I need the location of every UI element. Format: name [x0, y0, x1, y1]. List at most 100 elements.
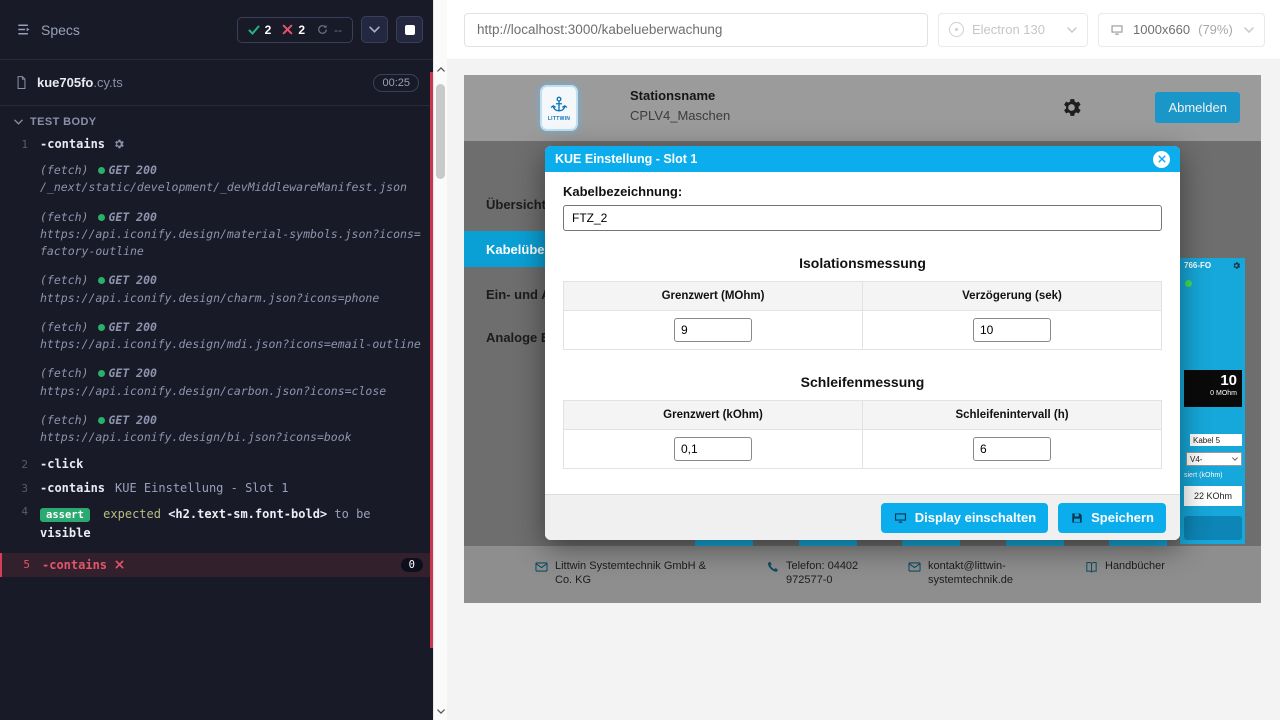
cable-designation-label: Kabelbezeichnung: — [563, 184, 1162, 199]
command-name: contains — [42, 558, 107, 572]
collapse-all-button[interactable] — [361, 16, 388, 43]
status-dot — [98, 167, 105, 174]
scroll-down-arrow[interactable] — [434, 704, 447, 718]
email-address: kontakt@littwin-systemtechnik.de — [928, 559, 1047, 587]
refresh-icon — [316, 23, 329, 36]
scrollbar-thumb[interactable] — [436, 84, 445, 179]
suite-label: TEST BODY — [30, 116, 97, 128]
viewport-size: 1000x660 — [1133, 22, 1190, 37]
isolation-delay-input[interactable] — [973, 318, 1051, 342]
table-cell — [863, 430, 1162, 469]
dialog-body: Kabelbezeichnung: Isolationsmessung Gren… — [545, 172, 1180, 494]
fetch-status: GET 200 — [108, 163, 156, 177]
dialog-title: KUE Einstellung - Slot 1 — [555, 152, 697, 166]
network-log[interactable]: (fetch)GET 200 https://api.iconify.desig… — [0, 266, 433, 313]
command-name: contains — [40, 481, 105, 495]
save-button[interactable]: Speichern — [1058, 503, 1166, 533]
dialog-close-button[interactable] — [1153, 151, 1170, 168]
monitor-icon — [1109, 23, 1125, 37]
network-log[interactable]: (fetch)GET 200 /_next/static/development… — [0, 156, 433, 203]
assert-mid: to be — [334, 507, 370, 521]
footer-manuals[interactable]: Handbücher — [1084, 559, 1204, 574]
isolation-heading: Isolationsmessung — [563, 255, 1162, 271]
fetch-status: GET 200 — [108, 366, 156, 380]
display-on-button[interactable]: Display einschalten — [881, 503, 1048, 533]
specs-toggle[interactable]: Specs — [16, 21, 80, 38]
test-stats: 2 2 -- — [237, 17, 353, 43]
viewport-select[interactable]: 1000x660 (79%) — [1098, 13, 1265, 47]
spec-file[interactable]: kue705fo.cy.ts 00:25 — [0, 60, 433, 106]
manuals-label: Handbücher — [1105, 559, 1165, 573]
assert-expected: expected — [103, 507, 161, 521]
cable-label: Kabel 5 — [1190, 434, 1242, 446]
fetch-status: GET 200 — [108, 413, 156, 427]
suite-toggle[interactable]: TEST BODY — [0, 106, 433, 132]
card-settings-button[interactable] — [1184, 516, 1242, 540]
status-dot — [98, 417, 105, 424]
littwin-logo: LITTWIN — [540, 85, 578, 131]
dialog-footer: Display einschalten Speichern — [545, 494, 1180, 540]
card-note: siert (kOhm) — [1184, 472, 1223, 479]
command-args: KUE Einstellung - Slot 1 — [115, 481, 288, 495]
background-slot-card: 766-FO 10 0 MOhm Kabel 5 V4- siert (kOhm… — [1180, 258, 1245, 544]
aut-frame: LITTWIN Stationsname CPLV4_Maschen Abmel… — [464, 75, 1261, 603]
network-log[interactable]: (fetch)GET 200 https://api.iconify.desig… — [0, 406, 433, 453]
card-readout: 22 KOhm — [1184, 486, 1242, 506]
fetch-status: GET 200 — [108, 273, 156, 287]
network-log[interactable]: (fetch)GET 200 https://api.iconify.desig… — [0, 203, 433, 267]
assert-badge: assert — [40, 508, 90, 522]
station-label: Stationsname — [630, 88, 730, 103]
command-row-contains-1[interactable]: 1 contains — [0, 132, 433, 156]
command-row-assert[interactable]: 4 assert expected <h2.text-sm.font-bold>… — [0, 500, 433, 548]
command-row-contains-failed[interactable]: 5 contains 0 — [0, 553, 433, 577]
cypress-reporter: Specs 2 2 -- — [0, 0, 433, 720]
command-name: click — [40, 457, 83, 471]
scroll-up-arrow[interactable] — [434, 62, 447, 76]
reporter-header: Specs 2 2 -- — [0, 0, 433, 60]
command-options-gear-icon — [113, 138, 125, 150]
cable-designation-input[interactable] — [563, 205, 1162, 231]
stop-run-button[interactable] — [396, 16, 423, 43]
kue-settings-dialog: KUE Einstellung - Slot 1 Kabelbezeichnun… — [545, 146, 1180, 540]
email-icon — [907, 560, 922, 574]
reporter-scrollbar[interactable] — [433, 0, 447, 720]
stat-pending: -- — [316, 23, 342, 37]
col-header-limit-kohm: Grenzwert (kOhm) — [564, 401, 863, 430]
command-row-contains-3[interactable]: 3 contains KUE Einstellung - Slot 1 — [0, 476, 433, 500]
url-input[interactable] — [464, 13, 928, 47]
electron-icon — [949, 22, 964, 37]
isolation-limit-input[interactable] — [674, 318, 752, 342]
station-info: Stationsname CPLV4_Maschen — [630, 88, 730, 123]
command-row-click[interactable]: 2 click — [0, 452, 433, 476]
col-header-limit-mohm: Grenzwert (MOhm) — [564, 282, 863, 311]
mail-icon — [534, 560, 549, 574]
logo-text: LITTWIN — [548, 116, 570, 122]
browser-select[interactable]: Electron 130 — [938, 13, 1088, 47]
footer-company: Littwin Systemtechnik GmbH & Co. KG — [534, 559, 714, 587]
logout-button[interactable]: Abmelden — [1155, 92, 1240, 123]
table-cell — [564, 430, 863, 469]
loop-limit-input[interactable] — [674, 437, 752, 461]
book-icon — [1084, 560, 1099, 574]
command-number: 4 — [0, 505, 28, 518]
chevron-down-icon — [1067, 27, 1077, 33]
command-number: 1 — [0, 138, 28, 151]
command-name: contains — [40, 137, 105, 151]
save-floppy-icon — [1070, 511, 1084, 525]
fetch-label: (fetch) — [40, 273, 88, 287]
cable-select[interactable]: V4- — [1186, 452, 1242, 466]
settings-gear-icon[interactable] — [1060, 96, 1083, 119]
stat-failed: 2 — [282, 23, 305, 37]
fetch-url: https://api.iconify.design/material-symb… — [40, 226, 421, 261]
viewport-zoom: (79%) — [1198, 22, 1233, 37]
table-cell — [564, 311, 863, 350]
loop-interval-input[interactable] — [973, 437, 1051, 461]
col-header-loop-interval: Schleifenintervall (h) — [863, 401, 1162, 430]
dialog-header: KUE Einstellung - Slot 1 — [545, 146, 1180, 172]
network-log[interactable]: (fetch)GET 200 https://api.iconify.desig… — [0, 313, 433, 360]
spec-basename: kue705fo — [37, 75, 93, 90]
anchor-icon — [549, 95, 569, 115]
status-dot — [98, 370, 105, 377]
status-dot — [98, 214, 105, 221]
network-log[interactable]: (fetch)GET 200 https://api.iconify.desig… — [0, 359, 433, 406]
